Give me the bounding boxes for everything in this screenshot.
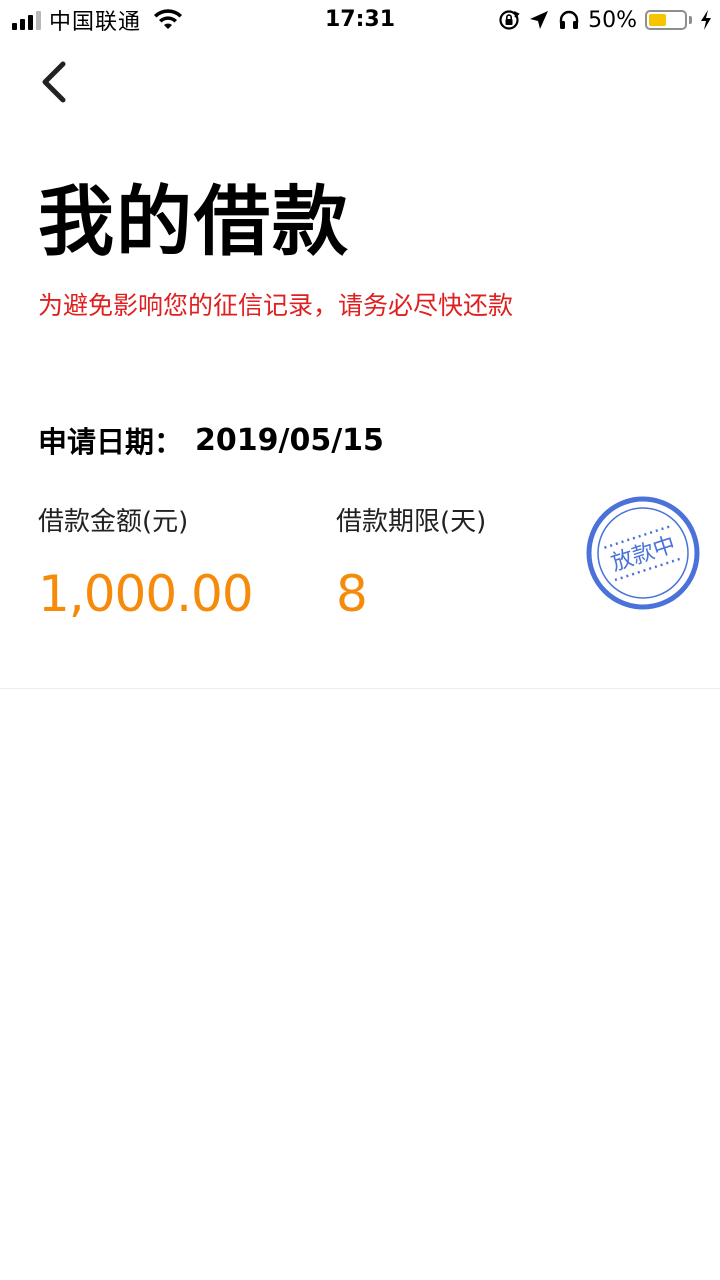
charging-icon: [701, 10, 711, 30]
loan-term-label: 借款期限(天): [336, 507, 487, 537]
headphones-icon: [559, 10, 579, 29]
loan-term-value: 8: [336, 565, 368, 623]
chevron-left-icon: [42, 61, 66, 103]
page-title: 我的借款: [38, 177, 350, 266]
loan-amount-label: 借款金额(元): [38, 507, 189, 537]
battery-percent: 50%: [588, 7, 637, 33]
apply-date-value: 2019/05/15: [195, 422, 384, 458]
loan-amount-value: 1,000.00: [38, 565, 254, 623]
battery-nub: [689, 16, 692, 24]
rotation-lock-icon: [499, 10, 520, 30]
repayment-notice: 为避免影响您的征信记录，请务必尽快还款: [38, 291, 514, 320]
section-divider: [0, 688, 720, 689]
battery-level: [649, 14, 666, 26]
apply-date-row: 申请日期： 2019/05/15: [38, 418, 384, 462]
location-icon: [530, 11, 549, 29]
battery-icon: [645, 10, 687, 30]
loan-detail-screen: 中国联通 17:31 50% 我的借款 为避免影响您的征信记录，请务必尽快还款 …: [0, 0, 720, 1280]
status-bar: 中国联通 17:31 50%: [0, 0, 720, 40]
apply-date-label: 申请日期：: [38, 425, 184, 459]
status-right: 50%: [498, 6, 712, 34]
disbursing-stamp: 放款中: [586, 496, 700, 610]
back-button[interactable]: [30, 54, 78, 110]
